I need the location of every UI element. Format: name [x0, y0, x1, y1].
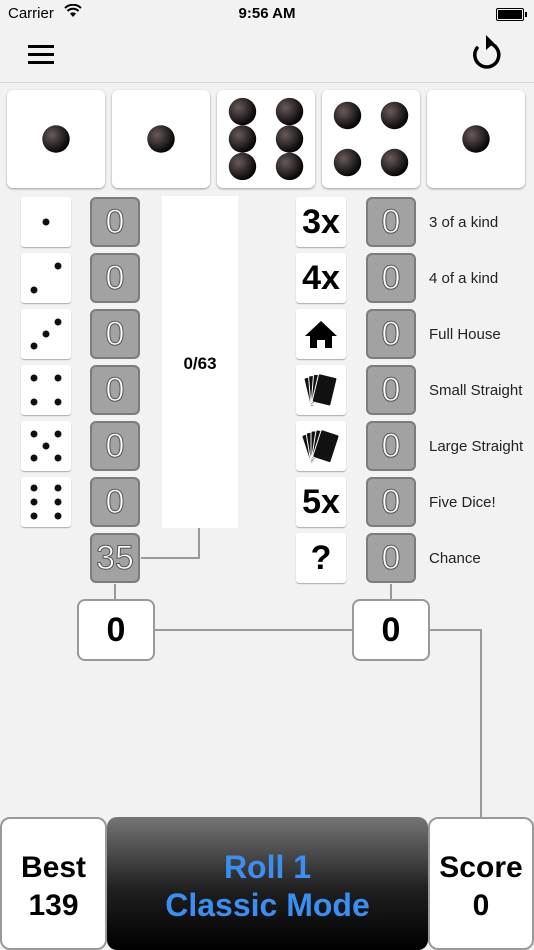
die-4[interactable]: [322, 90, 420, 188]
clock: 9:56 AM: [238, 5, 296, 22]
die-3[interactable]: [217, 90, 315, 188]
category-label: Full House: [429, 326, 501, 343]
connector-line: [390, 584, 392, 600]
category-icon: 5x: [296, 477, 346, 527]
nav-bar: [0, 28, 534, 83]
lower-total-box: 0: [352, 599, 430, 661]
battery-icon: [496, 8, 527, 21]
restart-icon[interactable]: [466, 33, 506, 73]
connector-line: [155, 629, 354, 631]
category-icon: ?: [296, 533, 346, 583]
cards-small-icon: [296, 365, 346, 415]
category-label: Chance: [429, 550, 481, 567]
upper-score-box-2[interactable]: 0: [90, 253, 140, 303]
lower-score-box-5[interactable]: 0: [366, 421, 416, 471]
score-label: Score: [439, 851, 523, 884]
die-5[interactable]: [427, 90, 525, 188]
upper-face-1-icon: [21, 197, 71, 247]
connector-line: [114, 584, 116, 600]
upper-score-box-1[interactable]: 0: [90, 197, 140, 247]
score-panel: Score 0: [428, 817, 534, 950]
lower-score-box-4[interactable]: 0: [366, 365, 416, 415]
best-score-panel: Best 139: [0, 817, 107, 950]
lower-score-box-6[interactable]: 0: [366, 477, 416, 527]
upper-score-box-3[interactable]: 0: [90, 309, 140, 359]
upper-face-4-icon: [21, 365, 71, 415]
upper-score-box-4[interactable]: 0: [90, 365, 140, 415]
upper-face-6-icon: [21, 477, 71, 527]
upper-progress-column: 0/63: [162, 196, 238, 528]
category-icon: 3x: [296, 197, 346, 247]
category-label: 3 of a kind: [429, 214, 499, 231]
score-value: 0: [472, 889, 490, 922]
status-bar: Carrier 9:56 AM: [0, 0, 534, 28]
lower-score-box-3[interactable]: 0: [366, 309, 416, 359]
connector-line: [480, 629, 482, 818]
connector-line: [198, 528, 200, 558]
game-mode-label: Classic Mode: [165, 887, 370, 923]
die-1[interactable]: [7, 90, 105, 188]
house-icon: [296, 309, 346, 359]
upper-bonus-box: 35: [90, 533, 140, 583]
lower-score-box-7[interactable]: 0: [366, 533, 416, 583]
menu-icon[interactable]: [28, 45, 54, 65]
upper-face-5-icon: [21, 421, 71, 471]
upper-progress-text: 0/63: [183, 354, 217, 373]
category-label: Five Dice!: [429, 494, 496, 511]
category-label: Small Straight: [429, 382, 523, 399]
category-label: Large Straight: [429, 438, 524, 455]
cards-large-icon: [296, 421, 346, 471]
upper-total-box: 0: [77, 599, 155, 661]
category-icon: 4x: [296, 253, 346, 303]
best-label: Best: [20, 851, 87, 884]
roll-count-label: Roll 1: [223, 849, 312, 885]
category-label: 4 of a kind: [429, 270, 499, 287]
lower-score-box-2[interactable]: 0: [366, 253, 416, 303]
die-2[interactable]: [112, 90, 210, 188]
connector-line: [141, 557, 200, 559]
upper-score-box-6[interactable]: 0: [90, 477, 140, 527]
upper-face-2-icon: [21, 253, 71, 303]
connector-line: [430, 629, 481, 631]
upper-face-3-icon: [21, 309, 71, 359]
upper-score-box-5[interactable]: 0: [90, 421, 140, 471]
lower-score-box-1[interactable]: 0: [366, 197, 416, 247]
best-value: 139: [28, 889, 79, 922]
roll-button[interactable]: Roll 1 Classic Mode: [107, 817, 428, 950]
